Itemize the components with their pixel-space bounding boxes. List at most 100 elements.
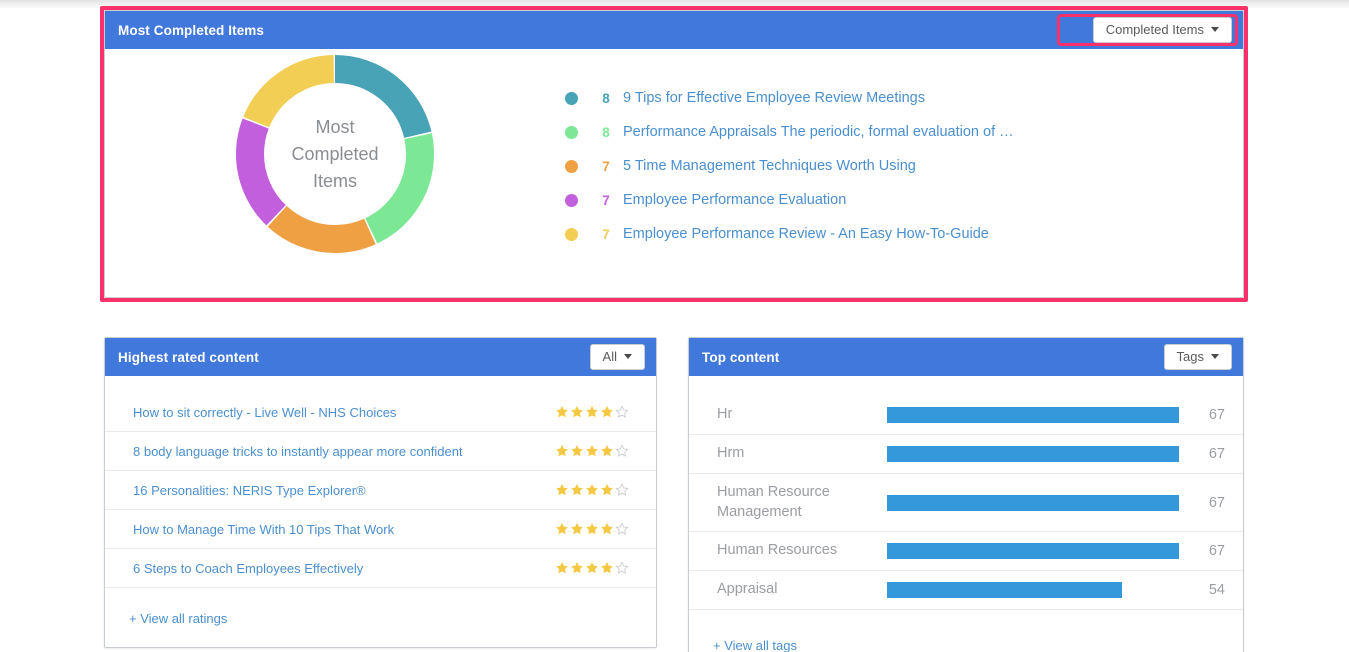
tags-dropdown[interactable]: Tags bbox=[1163, 344, 1232, 370]
tag-label: Hrm bbox=[717, 445, 745, 462]
tag-label: Appraisal bbox=[717, 581, 778, 598]
star-filled-icon bbox=[586, 405, 598, 418]
highest-rated-header: Highest rated content All bbox=[105, 338, 656, 376]
legend-color-dot bbox=[565, 91, 578, 105]
legend-count: 7 bbox=[602, 158, 610, 174]
most-completed-items-card: Most Completed Items Completed Items Mos… bbox=[104, 10, 1244, 298]
rating-row: How to Manage Time With 10 Tips That Wor… bbox=[105, 510, 656, 549]
tag-bar bbox=[887, 582, 1123, 598]
most-completed-header: Most Completed Items Completed Items bbox=[105, 11, 1243, 49]
highest-rated-list: How to sit correctly - Live Well - NHS C… bbox=[105, 393, 656, 588]
rating-item-link[interactable]: 8 body language tricks to instantly appe… bbox=[133, 444, 463, 459]
star-filled-icon bbox=[556, 561, 568, 574]
star-filled-icon bbox=[556, 522, 568, 535]
rating-item-link[interactable]: How to Manage Time With 10 Tips That Wor… bbox=[133, 522, 394, 537]
tag-value: 67 bbox=[1208, 494, 1225, 511]
tag-row: Hrm 67 bbox=[689, 435, 1243, 474]
star-filled-icon bbox=[601, 444, 613, 457]
highest-rated-filter-label: All bbox=[602, 349, 617, 364]
page-background-strip bbox=[0, 0, 1349, 8]
legend-item-label[interactable]: Employee Performance Review - An Easy Ho… bbox=[623, 226, 989, 242]
tag-value: 67 bbox=[1208, 407, 1225, 423]
star-empty-icon bbox=[615, 483, 629, 496]
legend-item[interactable]: 7 Employee Performance Evaluation bbox=[565, 183, 1243, 217]
tag-bar-cell bbox=[887, 494, 1191, 511]
tags-dropdown-label: Tags bbox=[1176, 349, 1204, 364]
legend-count: 8 bbox=[602, 124, 610, 140]
tag-bar bbox=[887, 543, 1179, 559]
star-filled-icon bbox=[601, 483, 613, 496]
tag-row: Hr 67 bbox=[689, 396, 1243, 435]
top-content-list: Hr 67 Hrm 67 Human Resource Management 67 Huma… bbox=[689, 396, 1243, 610]
top-content-title: Top content bbox=[702, 349, 780, 365]
tag-bar bbox=[887, 446, 1179, 462]
highest-rated-title: Highest rated content bbox=[118, 349, 259, 365]
star-filled-icon bbox=[586, 561, 598, 574]
legend-color-dot bbox=[565, 227, 578, 241]
legend-item[interactable]: 7 Employee Performance Review - An Easy H… bbox=[565, 217, 1243, 251]
legend-count: 7 bbox=[602, 226, 610, 242]
legend-item-label[interactable]: Employee Performance Evaluation bbox=[623, 192, 846, 208]
most-completed-body: Most Completed Items 8 9 Tips for Effecti… bbox=[105, 49, 1243, 297]
highest-rated-content-card: Highest rated content All How to sit cor… bbox=[104, 337, 657, 648]
rating-item-link[interactable]: 16 Personalities: NERIS Type Explorer® bbox=[133, 483, 366, 498]
legend-item-label[interactable]: 9 Tips for Effective Employee Review Mee… bbox=[623, 90, 925, 106]
star-filled-icon bbox=[556, 405, 568, 418]
legend-item[interactable]: 8 Performance Appraisals The periodic, fo… bbox=[565, 115, 1243, 149]
top-content-header: Top content Tags bbox=[689, 338, 1243, 376]
dashboard-page: Most Completed Items Completed Items Mos… bbox=[0, 0, 1349, 652]
star-rating bbox=[555, 444, 629, 458]
chevron-down-icon bbox=[1211, 27, 1219, 32]
star-empty-icon bbox=[615, 405, 629, 418]
star-filled-icon bbox=[571, 444, 583, 457]
completed-items-dropdown-label: Completed Items bbox=[1105, 22, 1204, 37]
donut-chart-container: Most Completed Items bbox=[105, 49, 565, 254]
donut-chart-svg bbox=[236, 55, 434, 253]
star-filled-icon bbox=[556, 483, 568, 496]
star-rating bbox=[555, 561, 629, 575]
star-filled-icon bbox=[571, 561, 583, 574]
most-completed-title: Most Completed Items bbox=[118, 22, 265, 38]
rating-item-link[interactable]: How to sit correctly - Live Well - NHS C… bbox=[133, 405, 396, 420]
star-empty-icon bbox=[615, 522, 629, 535]
star-rating bbox=[555, 483, 629, 497]
legend-item[interactable]: 7 5 Time Management Techniques Worth Usin… bbox=[565, 149, 1243, 183]
rating-row: How to sit correctly - Live Well - NHS C… bbox=[105, 393, 656, 432]
star-empty-icon bbox=[615, 561, 629, 574]
legend-item[interactable]: 8 9 Tips for Effective Employee Review Me… bbox=[565, 81, 1243, 115]
star-filled-icon bbox=[556, 444, 568, 457]
tag-value: 67 bbox=[1208, 446, 1225, 462]
rating-item-link[interactable]: 6 Steps to Coach Employees Effectively bbox=[133, 561, 363, 576]
tag-row: Human Resource Management 67 bbox=[689, 474, 1243, 532]
donut-chart: Most Completed Items bbox=[235, 54, 435, 254]
tag-bar bbox=[887, 494, 1179, 511]
chevron-down-icon bbox=[624, 354, 632, 359]
highest-rated-filter-dropdown[interactable]: All bbox=[589, 344, 645, 370]
star-filled-icon bbox=[586, 483, 598, 496]
tag-row: Appraisal 54 bbox=[689, 571, 1243, 610]
star-filled-icon bbox=[586, 444, 598, 457]
star-filled-icon bbox=[571, 405, 583, 418]
star-empty-icon bbox=[615, 444, 629, 457]
view-all-ratings-link[interactable]: + View all ratings bbox=[105, 588, 227, 626]
star-filled-icon bbox=[601, 405, 613, 418]
tag-bar bbox=[887, 407, 1179, 423]
legend-count: 8 bbox=[602, 90, 610, 106]
tag-bar-cell bbox=[887, 582, 1191, 598]
tag-bar-cell bbox=[887, 543, 1191, 559]
rating-row: 16 Personalities: NERIS Type Explorer® bbox=[105, 471, 656, 510]
tag-value: 67 bbox=[1208, 543, 1225, 559]
tag-label: Human Resource Management bbox=[717, 484, 830, 520]
legend-color-dot bbox=[565, 125, 578, 139]
tag-row: Human Resources 67 bbox=[689, 532, 1243, 571]
star-rating bbox=[555, 522, 629, 536]
view-all-tags-link[interactable]: + View all tags bbox=[689, 610, 797, 652]
completed-items-dropdown[interactable]: Completed Items bbox=[1092, 17, 1232, 43]
most-completed-legend: 8 9 Tips for Effective Employee Review Me… bbox=[565, 49, 1243, 251]
legend-item-label[interactable]: 5 Time Management Techniques Worth Using bbox=[623, 158, 916, 174]
legend-item-label[interactable]: Performance Appraisals The periodic, for… bbox=[623, 124, 1014, 140]
rating-row: 6 Steps to Coach Employees Effectively bbox=[105, 549, 656, 588]
star-rating bbox=[555, 405, 629, 419]
top-content-card: Top content Tags Hr 67 Hrm 67 Human Resource… bbox=[688, 337, 1244, 652]
legend-color-dot bbox=[565, 159, 578, 173]
